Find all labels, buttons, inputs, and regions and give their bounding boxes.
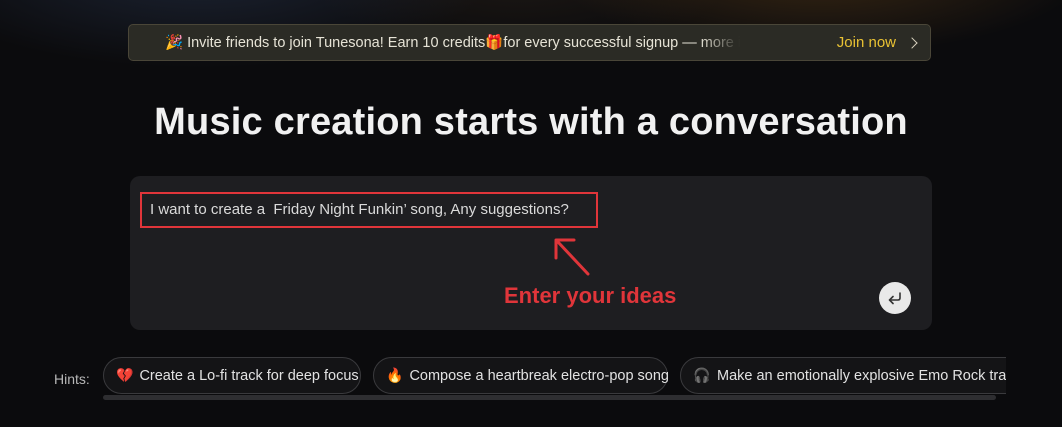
hint-label: Make an emotionally explosive Emo Rock t… xyxy=(717,367,1006,384)
hints-scrollbar[interactable] xyxy=(103,395,996,400)
page-title: Music creation starts with a conversatio… xyxy=(154,101,908,143)
headphones-icon: 🎧 xyxy=(693,367,711,383)
fire-icon: 🔥 xyxy=(386,367,404,383)
hints-label: Hints: xyxy=(54,371,90,387)
send-button[interactable] xyxy=(879,282,911,314)
banner-text: Invite friends to join Tunesona! Earn 10… xyxy=(187,34,486,51)
annotation-arrow-icon xyxy=(554,238,590,276)
hint-chip-electro-pop[interactable]: 🔥 Compose a heartbreak electro-pop song xyxy=(373,357,669,394)
party-popper-icon: 🎉 xyxy=(165,35,184,51)
hints-list[interactable]: 💔 Create a Lo-fi track for deep focus 🔥 … xyxy=(103,357,1006,397)
hint-chip-lofi[interactable]: 💔 Create a Lo-fi track for deep focus xyxy=(103,357,361,394)
annotation-label: Enter your ideas xyxy=(504,283,677,308)
hint-label: Create a Lo-fi track for deep focus xyxy=(139,367,359,384)
join-now-button[interactable]: Join now xyxy=(836,25,918,60)
join-now-label: Join now xyxy=(836,34,896,51)
page: 🎉 Invite friends to join Tunesona! Earn … xyxy=(0,0,1062,427)
annotation-highlight-box xyxy=(140,192,598,228)
chevron-right-icon xyxy=(906,36,918,49)
enter-return-icon xyxy=(888,292,901,305)
invite-banner[interactable]: 🎉 Invite friends to join Tunesona! Earn … xyxy=(128,24,931,61)
gift-icon: 🎁 xyxy=(485,35,504,51)
hint-chip-emo-rock[interactable]: 🎧 Make an emotionally explosive Emo Rock… xyxy=(680,357,1006,394)
hint-label: Compose a heartbreak electro-pop song xyxy=(409,367,669,384)
broken-heart-icon: 💔 xyxy=(116,367,134,383)
